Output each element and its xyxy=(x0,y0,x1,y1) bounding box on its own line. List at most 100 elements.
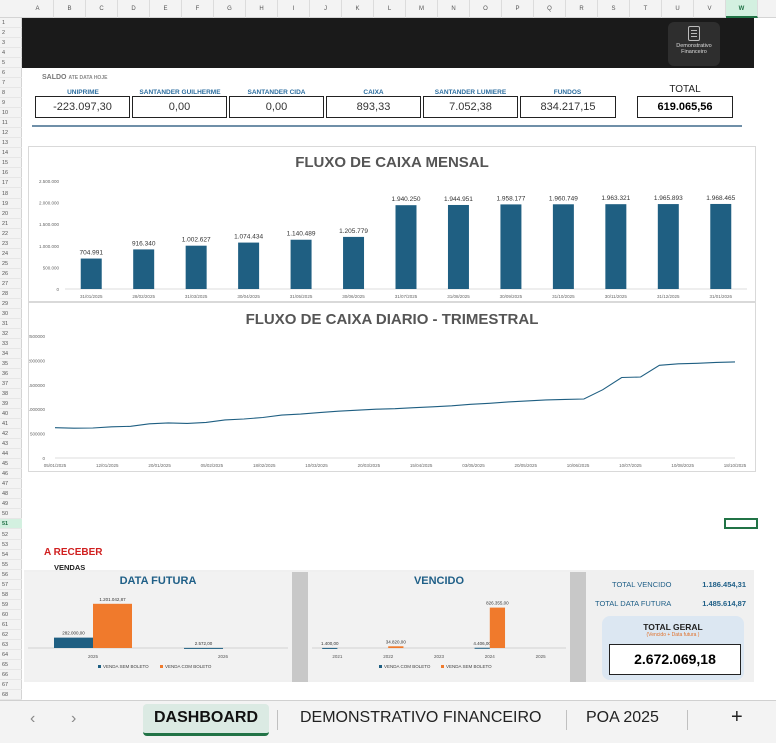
row-header-15[interactable]: 15 xyxy=(0,158,22,169)
column-header-u[interactable]: U xyxy=(662,0,694,18)
tab-poa-2025[interactable]: POA 2025 xyxy=(586,709,659,727)
active-cell-cursor[interactable] xyxy=(724,518,758,529)
row-header-19[interactable]: 19 xyxy=(0,199,22,209)
row-header-2[interactable]: 2 xyxy=(0,28,22,39)
account-value-santander-lumiere[interactable]: 7.052,38 xyxy=(423,96,518,118)
row-header-55[interactable]: 55 xyxy=(0,560,22,570)
account-value-santander-cida[interactable]: 0,00 xyxy=(229,96,324,118)
row-header-44[interactable]: 44 xyxy=(0,449,22,460)
account-value-uniprime[interactable]: -223.097,30 xyxy=(35,96,130,118)
column-header-q[interactable]: Q xyxy=(534,0,566,18)
column-header-p[interactable]: P xyxy=(502,0,534,18)
row-header-22[interactable]: 22 xyxy=(0,229,22,239)
tab-demonstrativo-financeiro[interactable]: DEMONSTRATIVO FINANCEIRO xyxy=(300,709,542,727)
row-header-25[interactable]: 25 xyxy=(0,259,22,269)
column-header-d[interactable]: D xyxy=(118,0,150,18)
row-header-1[interactable]: 1 xyxy=(0,18,22,29)
row-header-35[interactable]: 35 xyxy=(0,359,22,370)
row-header-9[interactable]: 9 xyxy=(0,98,22,109)
total-geral-value[interactable]: 2.672.069,18 xyxy=(609,644,741,675)
row-header-37[interactable]: 37 xyxy=(0,379,22,390)
row-header-23[interactable]: 23 xyxy=(0,239,22,249)
row-header-56[interactable]: 56 xyxy=(0,570,22,580)
add-sheet-icon[interactable]: + xyxy=(731,706,743,729)
row-header-53[interactable]: 53 xyxy=(0,540,22,550)
row-header-12[interactable]: 12 xyxy=(0,128,22,139)
column-header-l[interactable]: L xyxy=(374,0,406,18)
column-header-k[interactable]: K xyxy=(342,0,374,18)
row-header-60[interactable]: 60 xyxy=(0,610,22,620)
row-header-67[interactable]: 67 xyxy=(0,680,22,690)
vencido-chart[interactable]: VENCIDO 1.400,00 2021 34.820,00 2022 2023 4.4… xyxy=(308,572,570,680)
spreadsheet[interactable]: ABCDEFGHIJKLMNOPQRSTUVW 1 2 3 4 5 6 7 8 9 10 11 12 1… xyxy=(0,0,776,743)
tab-dashboard[interactable]: DASHBOARD xyxy=(143,704,269,736)
row-header-63[interactable]: 63 xyxy=(0,640,22,650)
row-header-26[interactable]: 26 xyxy=(0,269,22,279)
row-header-48[interactable]: 48 xyxy=(0,489,22,500)
row-header-28[interactable]: 28 xyxy=(0,289,22,299)
row-header-38[interactable]: 38 xyxy=(0,389,22,400)
row-header-61[interactable]: 61 xyxy=(0,620,22,630)
column-header-n[interactable]: N xyxy=(438,0,470,18)
row-header-65[interactable]: 65 xyxy=(0,660,22,670)
row-header-58[interactable]: 58 xyxy=(0,590,22,600)
saldo-total-value[interactable]: 619.065,56 xyxy=(637,96,733,118)
row-header-13[interactable]: 13 xyxy=(0,138,22,149)
column-header-t[interactable]: T xyxy=(630,0,662,18)
column-header-s[interactable]: S xyxy=(598,0,630,18)
column-header-w[interactable]: W xyxy=(726,0,758,18)
total-data-futura-value[interactable]: 1.485.614,87 xyxy=(680,599,746,608)
account-value-fundos[interactable]: 834.217,15 xyxy=(520,96,616,118)
row-header-16[interactable]: 16 xyxy=(0,168,22,179)
row-header-18[interactable]: 18 xyxy=(0,189,22,199)
column-header-o[interactable]: O xyxy=(470,0,502,18)
row-header-29[interactable]: 29 xyxy=(0,299,22,309)
row-header-51[interactable]: 51 xyxy=(0,519,22,530)
demonstrativo-financeiro-button[interactable]: Demonstrativo Financeiro xyxy=(668,22,720,66)
data-futura-chart[interactable]: DATA FUTURA 282.000,00 1.201.042,87 2025 2.… xyxy=(24,572,292,680)
account-value-caixa[interactable]: 893,33 xyxy=(326,96,421,118)
row-header-49[interactable]: 49 xyxy=(0,499,22,510)
chevron-right-icon[interactable]: › xyxy=(71,710,76,728)
row-header-52[interactable]: 52 xyxy=(0,530,22,540)
row-header-33[interactable]: 33 xyxy=(0,339,22,349)
row-header-62[interactable]: 62 xyxy=(0,630,22,640)
row-header-20[interactable]: 20 xyxy=(0,209,22,219)
row-header-36[interactable]: 36 xyxy=(0,369,22,380)
chevron-left-icon[interactable]: ‹ xyxy=(30,710,35,728)
row-header-6[interactable]: 6 xyxy=(0,68,22,79)
row-header-39[interactable]: 39 xyxy=(0,399,22,410)
row-header-42[interactable]: 42 xyxy=(0,429,22,440)
row-header-24[interactable]: 24 xyxy=(0,249,22,259)
row-header-40[interactable]: 40 xyxy=(0,409,22,420)
row-header-27[interactable]: 27 xyxy=(0,279,22,289)
row-header-46[interactable]: 46 xyxy=(0,469,22,480)
row-header-10[interactable]: 10 xyxy=(0,108,22,119)
column-header-v[interactable]: V xyxy=(694,0,726,18)
row-header-66[interactable]: 66 xyxy=(0,670,22,680)
column-header-g[interactable]: G xyxy=(214,0,246,18)
account-value-santander-guilherme[interactable]: 0,00 xyxy=(132,96,227,118)
row-header-59[interactable]: 59 xyxy=(0,600,22,610)
column-header-i[interactable]: I xyxy=(278,0,310,18)
total-vencido-value[interactable]: 1.186.454,31 xyxy=(680,580,746,589)
row-header-57[interactable]: 57 xyxy=(0,580,22,590)
column-header-c[interactable]: C xyxy=(86,0,118,18)
row-header-3[interactable]: 3 xyxy=(0,38,22,49)
row-header-45[interactable]: 45 xyxy=(0,459,22,470)
row-header-21[interactable]: 21 xyxy=(0,219,22,229)
column-header-b[interactable]: B xyxy=(54,0,86,18)
column-header-r[interactable]: R xyxy=(566,0,598,18)
row-header-30[interactable]: 30 xyxy=(0,309,22,319)
column-header-a[interactable]: A xyxy=(22,0,54,18)
row-header-17[interactable]: 17 xyxy=(0,178,22,189)
monthly-cashflow-chart[interactable]: FLUXO DE CAIXA MENSAL 0 500.000 1.000.000 1… xyxy=(28,146,756,302)
column-header-e[interactable]: E xyxy=(150,0,182,18)
daily-cashflow-chart[interactable]: FLUXO DE CAIXA DIARIO - TRIMESTRAL 0 5000… xyxy=(27,302,756,472)
row-header-68[interactable]: 68 xyxy=(0,690,22,700)
column-header-h[interactable]: H xyxy=(246,0,278,18)
row-header-31[interactable]: 31 xyxy=(0,319,22,329)
row-header-14[interactable]: 14 xyxy=(0,148,22,159)
row-header-11[interactable]: 11 xyxy=(0,118,22,129)
row-header-54[interactable]: 54 xyxy=(0,550,22,560)
